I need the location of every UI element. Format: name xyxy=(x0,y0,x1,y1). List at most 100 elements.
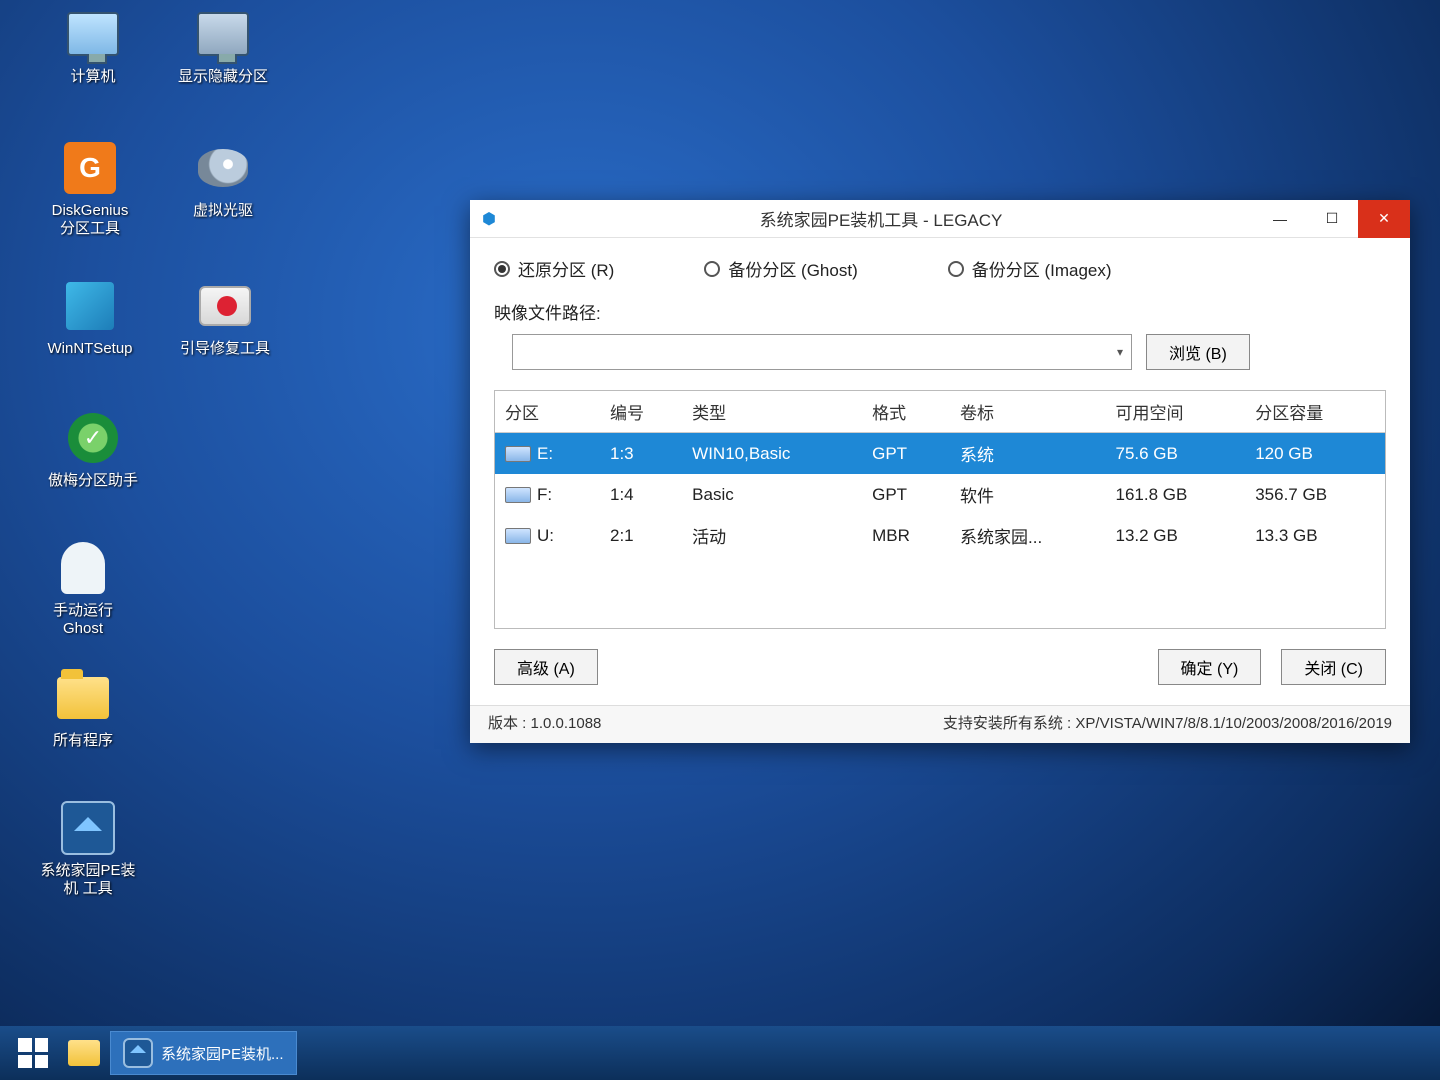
taskbar-explorer-icon[interactable] xyxy=(66,1035,102,1071)
task-label: 系统家园PE装机... xyxy=(161,1043,284,1064)
cell-capacity: 356.7 GB xyxy=(1245,474,1385,515)
icon-label: 所有程序 xyxy=(28,732,138,750)
desktop-icon-manual-ghost[interactable]: 手动运行 Ghost xyxy=(28,540,138,638)
start-button[interactable] xyxy=(8,1031,58,1075)
col-format[interactable]: 格式 xyxy=(862,391,950,433)
toolbox-icon xyxy=(197,278,253,334)
diskgenius-icon: G xyxy=(62,140,118,196)
desktop-icon-diskgenius[interactable]: G DiskGenius 分区工具 xyxy=(20,140,160,238)
minimize-button[interactable]: — xyxy=(1254,200,1306,238)
chevron-down-icon: ▾ xyxy=(1117,345,1123,359)
icon-label: WinNTSetup xyxy=(20,340,160,358)
statusbar: 版本 : 1.0.0.1088 支持安装所有系统 : XP/VISTA/WIN7… xyxy=(470,705,1410,743)
cell-type: WIN10,Basic xyxy=(682,433,862,475)
cell-volume: 软件 xyxy=(950,474,1105,515)
image-path-label: 映像文件路径: xyxy=(494,299,601,324)
desktop-icon-virtual-cd[interactable]: 虚拟光驱 xyxy=(168,140,278,220)
radio-icon xyxy=(704,261,720,277)
icon-label: DiskGenius 分区工具 xyxy=(20,202,160,238)
app-icon: ⬢ xyxy=(470,209,508,229)
desktop-icon-boot-repair[interactable]: 引导修复工具 xyxy=(160,278,290,358)
cell-type: 活动 xyxy=(682,515,862,628)
windows-icon xyxy=(18,1038,48,1068)
partition-icon xyxy=(195,6,251,62)
pe-installer-window: ⬢ 系统家园PE装机工具 - LEGACY — ☐ ✕ 还原分区 (R) 备份分… xyxy=(470,200,1410,743)
cell-free: 75.6 GB xyxy=(1105,433,1245,475)
mode-radio-group: 还原分区 (R) 备份分区 (Ghost) 备份分区 (Imagex) xyxy=(494,256,1386,281)
cell-volume: 系统家园... xyxy=(950,515,1105,628)
col-type[interactable]: 类型 xyxy=(682,391,862,433)
folder-icon xyxy=(55,670,111,726)
radio-backup-ghost[interactable]: 备份分区 (Ghost) xyxy=(704,256,857,281)
desktop-icon-pe-installer[interactable]: 系统家园PE装 机 工具 xyxy=(18,800,158,898)
radio-label: 还原分区 (R) xyxy=(518,256,614,281)
radio-label: 备份分区 (Imagex) xyxy=(972,256,1112,281)
partition-table: 分区 编号 类型 格式 卷标 可用空间 分区容量 E: 1:3WIN10,Basi… xyxy=(494,390,1386,629)
cell-number: 1:4 xyxy=(600,474,682,515)
cell-type: Basic xyxy=(682,474,862,515)
radio-restore[interactable]: 还原分区 (R) xyxy=(494,256,614,281)
window-title: 系统家园PE装机工具 - LEGACY xyxy=(508,206,1254,231)
table-header-row: 分区 编号 类型 格式 卷标 可用空间 分区容量 xyxy=(495,391,1385,433)
table-row[interactable]: U: 2:1活动MBR系统家园...13.2 GB13.3 GB xyxy=(495,515,1385,628)
desktop-icon-aomei-partition[interactable]: 傲梅分区助手 xyxy=(28,410,158,490)
taskbar: 系统家园PE装机... xyxy=(0,1026,1440,1080)
cd-icon xyxy=(195,140,251,196)
monitor-icon xyxy=(65,6,121,62)
maximize-button[interactable]: ☐ xyxy=(1306,200,1358,238)
cell-volume: 系统 xyxy=(950,433,1105,475)
version-label: 版本 : 1.0.0.1088 xyxy=(488,712,601,733)
cell-free: 13.2 GB xyxy=(1105,515,1245,628)
taskbar-active-task[interactable]: 系统家园PE装机... xyxy=(110,1031,297,1075)
support-label: 支持安装所有系统 : XP/VISTA/WIN7/8/8.1/10/2003/2… xyxy=(943,712,1392,733)
cell-format: GPT xyxy=(862,433,950,475)
cell-capacity: 13.3 GB xyxy=(1245,515,1385,628)
table-row[interactable]: F: 1:4BasicGPT软件161.8 GB356.7 GB xyxy=(495,474,1385,515)
cell-free: 161.8 GB xyxy=(1105,474,1245,515)
icon-label: 手动运行 Ghost xyxy=(28,602,138,638)
ghost-icon xyxy=(55,540,111,596)
cell-number: 1:3 xyxy=(600,433,682,475)
browse-button[interactable]: 浏览 (B) xyxy=(1146,334,1250,370)
icon-label: 虚拟光驱 xyxy=(168,202,278,220)
col-number[interactable]: 编号 xyxy=(600,391,682,433)
radio-icon xyxy=(948,261,964,277)
icon-label: 计算机 xyxy=(38,68,148,86)
cell-capacity: 120 GB xyxy=(1245,433,1385,475)
pe-installer-icon xyxy=(60,800,116,856)
cancel-button[interactable]: 关闭 (C) xyxy=(1281,649,1386,685)
cell-drive: U: xyxy=(537,526,554,545)
close-button[interactable]: ✕ xyxy=(1358,200,1410,238)
icon-label: 显示隐藏分区 xyxy=(168,68,278,86)
pe-installer-icon xyxy=(123,1038,153,1068)
desktop-icon-computer[interactable]: 计算机 xyxy=(38,6,148,86)
advanced-button[interactable]: 高级 (A) xyxy=(494,649,598,685)
drive-icon xyxy=(505,487,531,503)
cell-format: MBR xyxy=(862,515,950,628)
titlebar[interactable]: ⬢ 系统家园PE装机工具 - LEGACY — ☐ ✕ xyxy=(470,200,1410,238)
col-capacity[interactable]: 分区容量 xyxy=(1245,391,1385,433)
cell-format: GPT xyxy=(862,474,950,515)
col-partition[interactable]: 分区 xyxy=(495,391,600,433)
winntsetup-icon xyxy=(62,278,118,334)
icon-label: 傲梅分区助手 xyxy=(28,472,158,490)
drive-icon xyxy=(505,528,531,544)
radio-backup-imagex[interactable]: 备份分区 (Imagex) xyxy=(948,256,1112,281)
aomei-icon xyxy=(65,410,121,466)
radio-icon xyxy=(494,261,510,277)
desktop-icon-winntsetup[interactable]: WinNTSetup xyxy=(20,278,160,358)
drive-icon xyxy=(505,446,531,462)
table-row[interactable]: E: 1:3WIN10,BasicGPT系统75.6 GB120 GB xyxy=(495,433,1385,475)
cell-number: 2:1 xyxy=(600,515,682,628)
col-free[interactable]: 可用空间 xyxy=(1105,391,1245,433)
image-path-combo[interactable]: ▾ xyxy=(512,334,1132,370)
icon-label: 系统家园PE装 机 工具 xyxy=(18,862,158,898)
ok-button[interactable]: 确定 (Y) xyxy=(1158,649,1262,685)
radio-label: 备份分区 (Ghost) xyxy=(728,256,857,281)
cell-drive: F: xyxy=(537,485,552,504)
desktop-icon-show-hidden-partition[interactable]: 显示隐藏分区 xyxy=(168,6,278,86)
cell-drive: E: xyxy=(537,444,553,463)
col-volume[interactable]: 卷标 xyxy=(950,391,1105,433)
icon-label: 引导修复工具 xyxy=(160,340,290,358)
desktop-icon-all-programs[interactable]: 所有程序 xyxy=(28,670,138,750)
